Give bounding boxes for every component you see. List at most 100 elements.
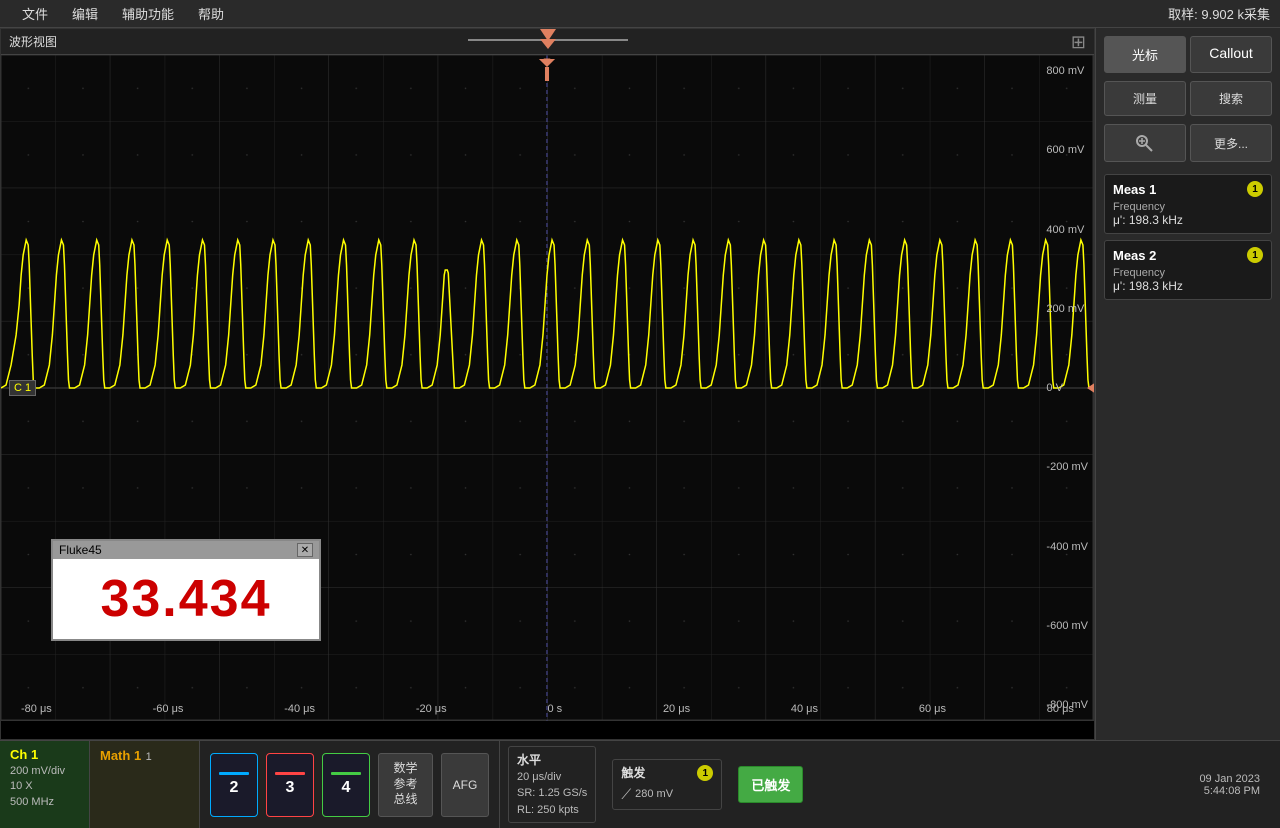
bottom-bar: Ch 1 200 mV/div 10 X 500 MHz Math 1 1 2 …: [0, 740, 1280, 828]
trigger-icon: ⟋: [621, 784, 631, 805]
sample-info: 取样: 9.902 k采集: [1168, 4, 1270, 23]
time-line: 5:44:08 PM: [1199, 785, 1260, 797]
afg-label: AFG: [453, 778, 478, 792]
x-label-80: 80 μs: [1047, 703, 1074, 715]
menu-edit[interactable]: 编辑: [60, 0, 110, 27]
x-label-n20: -20 μs: [416, 703, 447, 715]
meas2-value: μ': 198.3 kHz: [1113, 279, 1263, 293]
armed-button[interactable]: 已触发: [738, 766, 803, 803]
x-label-n60: -60 μs: [153, 703, 184, 715]
main-layout: 波形视图 ⊞: [0, 28, 1280, 740]
math-btn-line2: 参考: [393, 777, 417, 793]
measurements-panel: Meas 1 1 Frequency μ': 198.3 kHz Meas 2 …: [1096, 170, 1280, 740]
math1-status[interactable]: Math 1 1: [90, 741, 200, 828]
y-label-400mv: 400 mV: [1046, 224, 1088, 236]
horiz-line1: 20 μs/div: [517, 769, 587, 786]
afg-button[interactable]: AFG: [441, 753, 489, 817]
ch4-line: [331, 772, 361, 775]
waveform-titlebar: 波形视图 ⊞: [1, 29, 1094, 55]
meas2-title: Meas 2: [1113, 248, 1156, 263]
more-button[interactable]: 更多...: [1190, 124, 1272, 162]
ch1-detail-vdiv: 200 mV/div: [10, 764, 79, 779]
ch3-num: 3: [286, 779, 295, 797]
x-label-40: 40 μs: [791, 703, 818, 715]
top-buttons: 光标 Callout: [1096, 28, 1280, 81]
fluke-titlebar: Fluke45 ✕: [53, 541, 319, 559]
meas1-header: Meas 1 1: [1113, 181, 1263, 197]
menubar: 文件 编辑 辅助功能 帮助 取样: 9.902 k采集: [0, 0, 1280, 28]
grid-area[interactable]: T 800 mV 600 mV 400 mV 200 mV 0 V -200 m…: [1, 55, 1094, 721]
math1-title: Math 1: [100, 748, 141, 763]
trigger-info[interactable]: 触发 1 ⟋ 280 mV: [612, 759, 722, 810]
ch1-title: Ch 1: [10, 747, 79, 762]
math1-value: 1: [146, 751, 152, 763]
meas1-label: Frequency: [1113, 201, 1263, 213]
cursor-button[interactable]: 光标: [1104, 36, 1186, 73]
fluke-popup: Fluke45 ✕ 33.434: [51, 539, 321, 641]
ch4-button[interactable]: 4: [322, 753, 370, 817]
x-label-20: 20 μs: [663, 703, 690, 715]
ch1-detail-bw: 500 MHz: [10, 795, 79, 810]
math-btn-line3: 总线: [393, 792, 417, 808]
horiz-line3: RL: 250 kpts: [517, 802, 587, 819]
ch1-detail-probe: 10 X: [10, 779, 79, 794]
waveform-title: 波形视图: [9, 33, 57, 50]
trigger-value: 280 mV: [635, 786, 673, 803]
x-label-0s: 0 s: [547, 703, 562, 715]
zoom-icon: [1134, 133, 1154, 153]
callout-button[interactable]: Callout: [1190, 36, 1272, 73]
horiz-line2: SR: 1.25 GS/s: [517, 785, 587, 802]
zoom-button[interactable]: [1104, 124, 1186, 162]
menu-help[interactable]: 帮助: [186, 0, 236, 27]
ch2-line: [219, 772, 249, 775]
trigger-label: 触发: [621, 764, 645, 782]
y-label-600mv: 600 mV: [1046, 144, 1088, 156]
meas2-label: Frequency: [1113, 267, 1263, 279]
meas2-box: Meas 2 1 Frequency μ': 198.3 kHz: [1104, 240, 1272, 300]
ch2-num: 2: [230, 779, 239, 797]
fluke-close-button[interactable]: ✕: [297, 543, 313, 557]
oscilloscope-area: 波形视图 ⊞: [0, 28, 1095, 740]
y-axis-labels: 800 mV 600 mV 400 mV 200 mV 0 V -200 mV …: [1046, 55, 1088, 721]
math-btn-line1: 数学: [393, 761, 417, 777]
y-label-200mv: 200 mV: [1046, 303, 1088, 315]
y-label-n200mv: -200 mV: [1046, 461, 1088, 473]
y-label-0v: 0 V: [1046, 382, 1088, 394]
fluke-title: Fluke45: [59, 543, 102, 557]
menu-file[interactable]: 文件: [10, 0, 60, 27]
meas1-value: μ': 198.3 kHz: [1113, 213, 1263, 227]
meas1-title: Meas 1: [1113, 182, 1156, 197]
y-label-n600mv: -600 mV: [1046, 620, 1088, 632]
horiz-label: 水平: [517, 751, 587, 769]
svg-text:T: T: [544, 57, 551, 69]
fluke-value: 33.434: [53, 559, 319, 639]
meas2-header: Meas 2 1: [1113, 247, 1263, 263]
y-label-n400mv: -400 mV: [1046, 541, 1088, 553]
ch3-line: [275, 772, 305, 775]
y-label-800mv: 800 mV: [1046, 65, 1088, 77]
x-label-60: 60 μs: [919, 703, 946, 715]
measure-button[interactable]: 测量: [1104, 81, 1186, 116]
meas2-badge: 1: [1247, 247, 1263, 263]
ch1-status[interactable]: Ch 1 200 mV/div 10 X 500 MHz: [0, 741, 90, 828]
x-label-n80: -80 μs: [21, 703, 52, 715]
meas1-box: Meas 1 1 Frequency μ': 198.3 kHz: [1104, 174, 1272, 234]
meas1-badge: 1: [1247, 181, 1263, 197]
search-button[interactable]: 搜索: [1190, 81, 1272, 116]
ch3-button[interactable]: 3: [266, 753, 314, 817]
x-axis-labels: -80 μs -60 μs -40 μs -20 μs 0 s 20 μs 40…: [1, 703, 1094, 715]
ch4-num: 4: [342, 779, 351, 797]
x-label-n40: -40 μs: [284, 703, 315, 715]
menu-assist[interactable]: 辅助功能: [110, 0, 186, 27]
ch2-button[interactable]: 2: [210, 753, 258, 817]
right-panel: 光标 Callout 测量 搜索 更多... Meas 1: [1095, 28, 1280, 740]
datetime: 09 Jan 2023 5:44:08 PM: [1189, 769, 1270, 801]
horizontal-info[interactable]: 水平 20 μs/div SR: 1.25 GS/s RL: 250 kpts: [508, 746, 596, 824]
second-row-buttons: 测量 搜索: [1096, 81, 1280, 124]
channel-buttons: 2 3 4 数学 参考 总线 AFG: [200, 741, 500, 828]
zoom-icon[interactable]: ⊞: [1071, 32, 1086, 53]
trigger-badge: 1: [697, 765, 713, 781]
math-ref-bus-button[interactable]: 数学 参考 总线: [378, 753, 433, 817]
ch1-label: C 1: [9, 380, 36, 396]
date-line: 09 Jan 2023: [1199, 773, 1260, 785]
